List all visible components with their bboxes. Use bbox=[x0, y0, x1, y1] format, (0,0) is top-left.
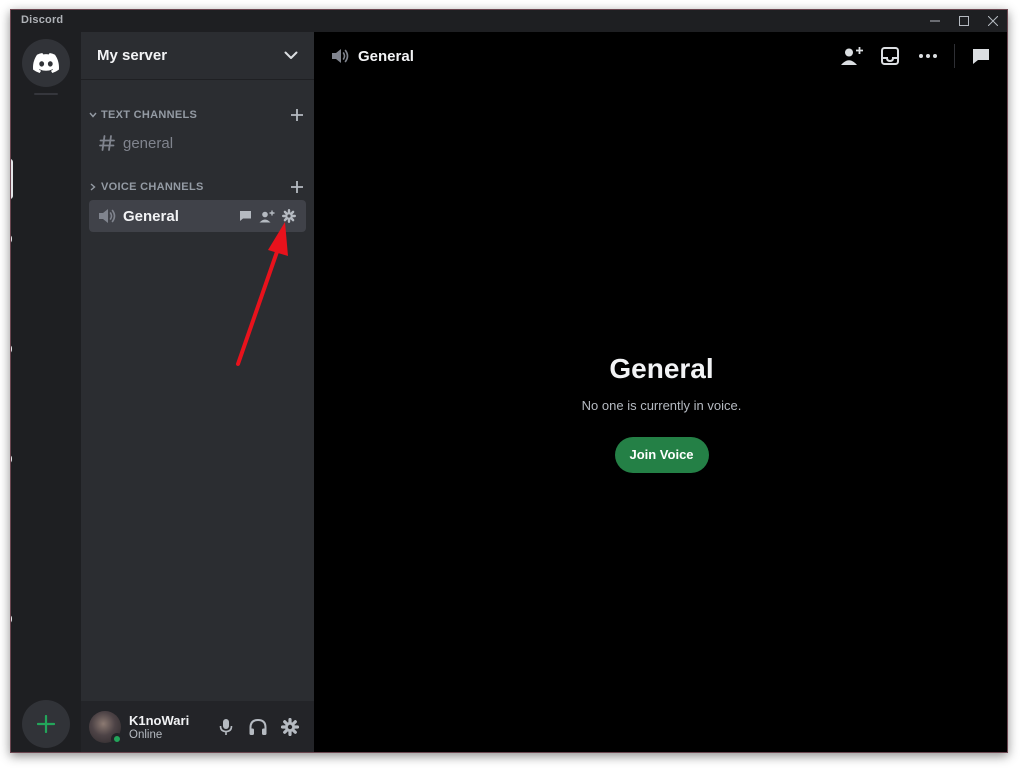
chevron-down-icon bbox=[87, 109, 99, 121]
invite-icon bbox=[259, 210, 275, 222]
minimize-button[interactable] bbox=[920, 10, 949, 32]
create-channel-button[interactable] bbox=[288, 106, 306, 124]
chat-icon bbox=[973, 49, 989, 64]
avatar[interactable] bbox=[89, 711, 123, 745]
inbox-icon bbox=[881, 47, 899, 65]
speaker-icon bbox=[97, 206, 117, 226]
channel-title: General bbox=[358, 47, 414, 65]
voice-channel-view: General General No one is currently in v… bbox=[314, 32, 1007, 752]
invite-button[interactable] bbox=[258, 207, 276, 225]
add-friend-icon bbox=[841, 47, 863, 65]
user-settings-button[interactable] bbox=[274, 711, 306, 743]
maximize-icon bbox=[958, 16, 969, 26]
category-label: VOICE CHANNELS bbox=[101, 181, 204, 193]
plus-icon bbox=[37, 715, 55, 733]
gear-icon bbox=[281, 718, 299, 736]
server-rail bbox=[11, 32, 81, 752]
server-unread-indicator bbox=[11, 455, 12, 463]
maximize-button[interactable] bbox=[949, 10, 978, 32]
window-controls bbox=[920, 10, 1007, 32]
server-name: My server bbox=[97, 47, 168, 64]
server-unread-indicator bbox=[11, 615, 12, 623]
plus-icon bbox=[291, 181, 303, 193]
voice-subtitle: No one is currently in voice. bbox=[581, 398, 742, 413]
channel-item-general-voice[interactable]: General bbox=[89, 200, 306, 232]
ellipsis-icon bbox=[919, 54, 937, 58]
server-selected-indicator bbox=[11, 159, 13, 199]
online-status-dot bbox=[111, 733, 123, 745]
create-channel-button[interactable] bbox=[288, 178, 306, 196]
close-button[interactable] bbox=[978, 10, 1007, 32]
more-options-button[interactable] bbox=[916, 44, 940, 68]
app-name: Discord bbox=[21, 14, 64, 26]
home-button[interactable] bbox=[22, 39, 70, 87]
header-divider bbox=[954, 44, 955, 68]
mute-button[interactable] bbox=[210, 711, 242, 743]
server-unread-indicator bbox=[11, 345, 12, 353]
channel-name: general bbox=[123, 134, 174, 152]
hash-icon bbox=[97, 133, 117, 153]
user-status: Online bbox=[129, 728, 163, 741]
add-server-button[interactable] bbox=[22, 700, 70, 748]
category-label: TEXT CHANNELS bbox=[101, 109, 198, 121]
chevron-down-icon bbox=[284, 51, 298, 59]
server-unread-indicator bbox=[11, 235, 12, 243]
channel-name: General bbox=[123, 207, 179, 225]
user-info[interactable]: K1noWari Online bbox=[129, 713, 210, 742]
plus-icon bbox=[291, 109, 303, 121]
channel-sidebar: My server TEXT CHANNELS general VOICE CH… bbox=[81, 32, 314, 752]
username: K1noWari bbox=[129, 712, 190, 728]
add-friends-button[interactable] bbox=[840, 44, 864, 68]
channel-item-general-text[interactable]: general bbox=[89, 127, 306, 159]
channel-header: General bbox=[314, 32, 1007, 80]
voice-empty-state: General No one is currently in voice. Jo… bbox=[314, 352, 1007, 473]
microphone-icon bbox=[219, 719, 233, 735]
chat-icon bbox=[239, 211, 251, 221]
gear-icon bbox=[282, 209, 296, 223]
edit-channel-button[interactable] bbox=[280, 207, 298, 225]
deafen-button[interactable] bbox=[242, 711, 274, 743]
join-voice-button[interactable]: Join Voice bbox=[614, 437, 709, 473]
chevron-right-icon bbox=[87, 181, 99, 193]
category-voice-channels[interactable]: VOICE CHANNELS bbox=[81, 178, 314, 196]
server-header[interactable]: My server bbox=[81, 32, 314, 80]
open-chat-button[interactable] bbox=[236, 207, 254, 225]
minimize-icon bbox=[929, 20, 940, 22]
discord-logo-icon bbox=[33, 53, 59, 73]
inbox-button[interactable] bbox=[878, 44, 902, 68]
show-chat-button[interactable] bbox=[969, 44, 993, 68]
headphones-icon bbox=[249, 718, 267, 735]
voice-title: General bbox=[609, 353, 714, 384]
rail-separator bbox=[34, 93, 58, 95]
category-text-channels[interactable]: TEXT CHANNELS bbox=[81, 106, 314, 124]
app-window: Discord My server TEXT CHANNELS general … bbox=[10, 9, 1008, 753]
speaker-icon bbox=[332, 49, 349, 63]
title-bar: Discord bbox=[11, 10, 1007, 32]
user-panel: K1noWari Online bbox=[81, 701, 314, 752]
close-icon bbox=[987, 16, 998, 26]
